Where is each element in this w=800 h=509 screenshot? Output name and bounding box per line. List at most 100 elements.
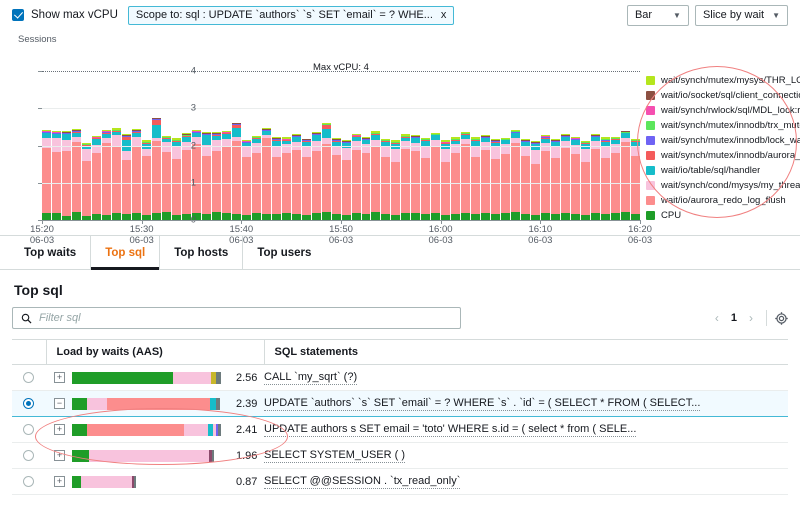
next-page-button[interactable]: ›: [744, 311, 758, 325]
chart-bar[interactable]: [42, 130, 51, 220]
chart-bar[interactable]: [501, 138, 510, 220]
chart-bar[interactable]: [611, 137, 620, 220]
sql-statement-link[interactable]: SELECT SYSTEM_USER ( ): [264, 449, 405, 463]
show-max-vcpu-checkbox[interactable]: Show max vCPU: [12, 9, 118, 21]
chart-bar[interactable]: [511, 130, 520, 220]
legend-item[interactable]: wait/synch/mutex/innodb/aurora_lock: [646, 149, 800, 162]
chart-bar[interactable]: [591, 134, 600, 220]
chart-bar[interactable]: [371, 131, 380, 220]
sql-statement-link[interactable]: CALL `my_sqrt` (?): [264, 371, 357, 385]
chart-bar[interactable]: [122, 134, 131, 220]
table-row[interactable]: +1.96SELECT SYSTEM_USER ( ): [12, 443, 788, 469]
legend-item[interactable]: CPU: [646, 209, 800, 222]
chart-bar[interactable]: [541, 135, 550, 220]
tab-top-users[interactable]: Top users: [243, 236, 325, 269]
row-collapse-button[interactable]: −: [54, 398, 65, 409]
row-radio-button[interactable]: [23, 424, 34, 435]
chart-bar[interactable]: [491, 139, 500, 220]
chart-type-select[interactable]: Bar ▼: [627, 5, 689, 26]
legend-item[interactable]: wait/synch/cond/mysys/my_thread_var: [646, 179, 800, 192]
chart-bar[interactable]: [72, 129, 81, 220]
column-header-sql[interactable]: SQL statements: [264, 340, 788, 365]
table-row[interactable]: +0.87SELECT @@SESSION . `tx_read_only`: [12, 469, 788, 495]
chart-bar[interactable]: [342, 140, 351, 220]
chart-bar[interactable]: [302, 139, 311, 220]
tab-top-hosts[interactable]: Top hosts: [160, 236, 243, 269]
chart-bar[interactable]: [421, 138, 430, 220]
chart-bar[interactable]: [601, 137, 610, 220]
x-axis-tick-mark: [441, 220, 442, 224]
scope-filter-pill[interactable]: Scope to: sql : UPDATE `authors` `s` SET…: [128, 6, 454, 25]
table-row[interactable]: −2.39UPDATE `authors` `s` SET `email` = …: [12, 391, 788, 417]
legend-item[interactable]: wait/io/table/sql/handler: [646, 164, 800, 177]
chart-bar[interactable]: [222, 131, 231, 220]
chart-bar[interactable]: [571, 137, 580, 220]
scope-filter-remove-icon[interactable]: x: [441, 9, 447, 21]
table-row[interactable]: +2.56CALL `my_sqrt` (?): [12, 365, 788, 391]
chart-bar[interactable]: [82, 143, 91, 220]
chart-bar[interactable]: [451, 137, 460, 220]
legend-item[interactable]: wait/synch/mutex/innodb/trx_mutex: [646, 119, 800, 132]
chart-bar[interactable]: [262, 128, 271, 220]
tab-top-sql[interactable]: Top sql: [91, 236, 160, 269]
prev-page-button[interactable]: ‹: [710, 311, 724, 325]
chart-bar[interactable]: [471, 137, 480, 220]
chart-bar[interactable]: [62, 131, 71, 220]
chart-bar[interactable]: [551, 139, 560, 220]
chart-bar[interactable]: [362, 137, 371, 220]
checkbox-box[interactable]: [12, 9, 24, 21]
sql-statement-link[interactable]: SELECT @@SESSION . `tx_read_only`: [264, 475, 460, 489]
chart-bar[interactable]: [521, 139, 530, 220]
chart-bar[interactable]: [441, 140, 450, 220]
legend-item[interactable]: wait/synch/mutex/innodb/lock_wait_m: [646, 134, 800, 147]
chart-bar[interactable]: [292, 134, 301, 220]
chart-bar[interactable]: [272, 137, 281, 220]
chart-bar[interactable]: [282, 137, 291, 220]
chart-bar[interactable]: [112, 128, 121, 220]
row-expand-button[interactable]: +: [54, 450, 65, 461]
chart-bar[interactable]: [52, 131, 61, 220]
chart-bar[interactable]: [581, 141, 590, 220]
chart-bar[interactable]: [411, 135, 420, 220]
chart-bar[interactable]: [92, 136, 101, 220]
chart-bar[interactable]: [242, 140, 251, 220]
gear-icon[interactable]: [775, 312, 788, 325]
chart-bar[interactable]: [621, 131, 630, 220]
chart-bar[interactable]: [352, 134, 361, 220]
chart-bar[interactable]: [322, 123, 331, 220]
sql-statement-link[interactable]: UPDATE `authors` `s` SET `email` = ? WHE…: [264, 397, 700, 411]
chart-bar[interactable]: [401, 134, 410, 220]
row-expand-button[interactable]: +: [54, 372, 65, 383]
chart-bar[interactable]: [391, 140, 400, 220]
chart-bar[interactable]: [561, 134, 570, 220]
legend-item[interactable]: wait/io/socket/sql/client_connectio: [646, 89, 800, 102]
chart-bar[interactable]: [152, 118, 161, 220]
chart-bar[interactable]: [531, 141, 540, 220]
row-radio-button[interactable]: [23, 372, 34, 383]
chart-bar[interactable]: [102, 130, 111, 220]
chart-bar[interactable]: [252, 136, 261, 220]
slice-by-select[interactable]: Slice by wait ▼: [695, 5, 788, 26]
legend-item[interactable]: wait/synch/rwlock/sql/MDL_lock:rwl: [646, 104, 800, 117]
chart-bar[interactable]: [381, 139, 390, 220]
chart-bar-segment: [242, 147, 251, 157]
row-radio-button[interactable]: [23, 398, 34, 409]
legend-item[interactable]: wait/io/aurora_redo_log_flush: [646, 194, 800, 207]
column-header-load[interactable]: Load by waits (AAS): [46, 340, 264, 365]
row-radio-button[interactable]: [23, 476, 34, 487]
legend-item[interactable]: wait/synch/mutex/mysys/THR_LOCK:mu: [646, 74, 800, 87]
chart-bar[interactable]: [232, 123, 241, 221]
chart-bar[interactable]: [132, 129, 141, 220]
row-expand-button[interactable]: +: [54, 424, 65, 435]
chart-bar[interactable]: [162, 136, 171, 220]
chart-bar[interactable]: [481, 135, 490, 220]
row-expand-button[interactable]: +: [54, 476, 65, 487]
chart-bar[interactable]: [332, 138, 341, 220]
row-radio-button[interactable]: [23, 450, 34, 461]
tab-top-waits[interactable]: Top waits: [10, 236, 91, 269]
search-input[interactable]: Filter sql: [12, 307, 461, 329]
table-row[interactable]: +2.41UPDATE authors s SET email = 'toto'…: [12, 417, 788, 443]
chart-bar[interactable]: [142, 140, 151, 220]
sql-statement-link[interactable]: UPDATE authors s SET email = 'toto' WHER…: [264, 423, 636, 437]
chart-bar[interactable]: [631, 139, 640, 220]
